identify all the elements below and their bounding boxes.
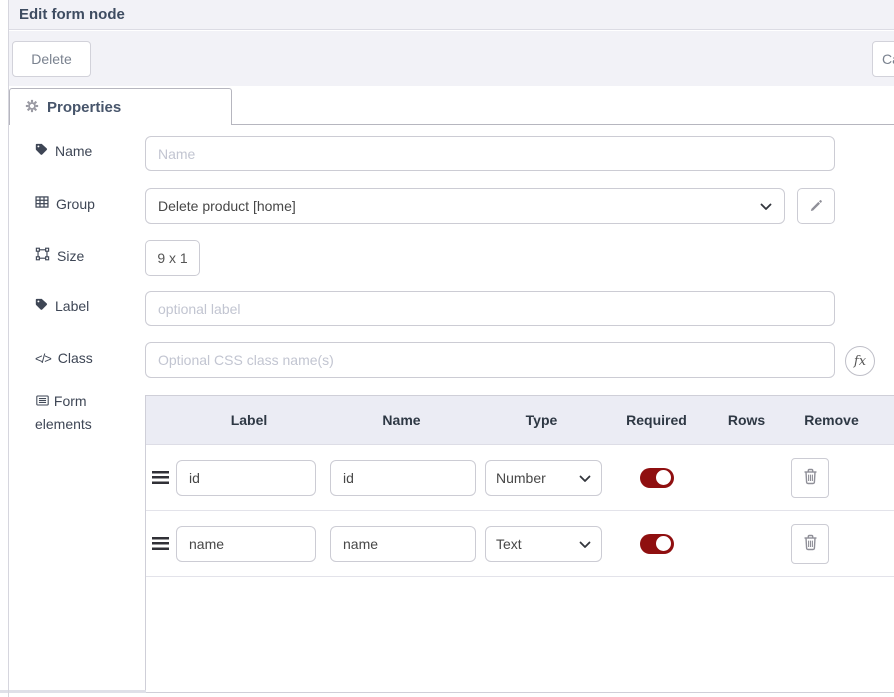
delete-button[interactable]: Delete xyxy=(12,41,91,77)
element-type-value: Text xyxy=(496,536,522,552)
col-header-label: Label xyxy=(174,412,324,428)
edit-group-button[interactable] xyxy=(797,188,835,224)
name-field-label: Name xyxy=(35,143,92,159)
col-header-required: Required xyxy=(604,412,709,428)
col-header-rows: Rows xyxy=(709,412,784,428)
properties-form: Name Group Delete product [home] xyxy=(9,125,894,697)
col-header-name: Name xyxy=(324,412,479,428)
edit-form-node-dialog: Edit form node Delete Cancel Properties xyxy=(0,0,894,697)
list-alt-icon xyxy=(35,394,54,410)
table-row: Number xyxy=(146,445,894,511)
form-elements-field-label: Form elements xyxy=(35,391,131,435)
tag-icon xyxy=(35,143,48,159)
tab-properties-label: Properties xyxy=(47,99,121,116)
element-type-select[interactable]: Text xyxy=(485,526,602,562)
trash-icon xyxy=(803,468,818,488)
label-input[interactable] xyxy=(145,291,835,326)
col-header-type: Type xyxy=(479,412,604,428)
remove-element-button[interactable] xyxy=(791,458,829,498)
size-button[interactable]: 9 x 1 xyxy=(145,240,200,276)
tab-properties[interactable]: Properties xyxy=(9,88,232,125)
chevron-down-icon xyxy=(579,470,591,486)
pencil-icon xyxy=(809,198,823,215)
col-header-remove: Remove xyxy=(784,412,879,428)
dialog-header: Edit form node xyxy=(9,0,894,30)
dialog-toolbar: Delete Cancel xyxy=(9,31,894,87)
required-toggle[interactable] xyxy=(640,534,674,554)
table-header-row: Label Name Type Required Rows Remove xyxy=(146,396,894,445)
element-label-input[interactable] xyxy=(176,460,316,496)
element-name-input[interactable] xyxy=(330,460,476,496)
name-input[interactable] xyxy=(145,136,835,171)
left-edge-divider xyxy=(8,0,9,697)
class-field-label: </> Class xyxy=(35,350,93,366)
code-icon: </> xyxy=(35,351,51,366)
group-select[interactable]: Delete product [home] xyxy=(145,188,785,224)
chevron-down-icon xyxy=(760,198,772,214)
gear-icon xyxy=(25,99,39,116)
trash-icon xyxy=(803,534,818,554)
tag-icon xyxy=(35,298,48,314)
bottom-edge xyxy=(0,690,146,693)
group-select-value: Delete product [home] xyxy=(158,198,296,214)
group-field-label: Group xyxy=(35,195,95,212)
object-group-icon xyxy=(35,247,50,264)
label-field-label: Label xyxy=(35,298,89,314)
element-label-input[interactable] xyxy=(176,526,316,562)
drag-handle-icon[interactable] xyxy=(152,471,169,484)
element-type-value: Number xyxy=(496,470,546,486)
class-input[interactable] xyxy=(145,342,835,378)
element-type-select[interactable]: Number xyxy=(485,460,602,496)
size-field-label: Size xyxy=(35,247,84,264)
drag-handle-icon[interactable] xyxy=(152,537,169,550)
expression-fx-button[interactable]: fx xyxy=(845,346,875,376)
element-name-input[interactable] xyxy=(330,526,476,562)
table-row: Text xyxy=(146,511,894,577)
remove-element-button[interactable] xyxy=(791,524,829,564)
table-icon xyxy=(35,195,49,212)
required-toggle[interactable] xyxy=(640,468,674,488)
chevron-down-icon xyxy=(579,536,591,552)
form-elements-table: Label Name Type Required Rows Remove Num… xyxy=(145,395,894,693)
dialog-title: Edit form node xyxy=(19,6,125,23)
tab-bar: Properties xyxy=(9,86,894,125)
cancel-button[interactable]: Cancel xyxy=(872,41,894,77)
